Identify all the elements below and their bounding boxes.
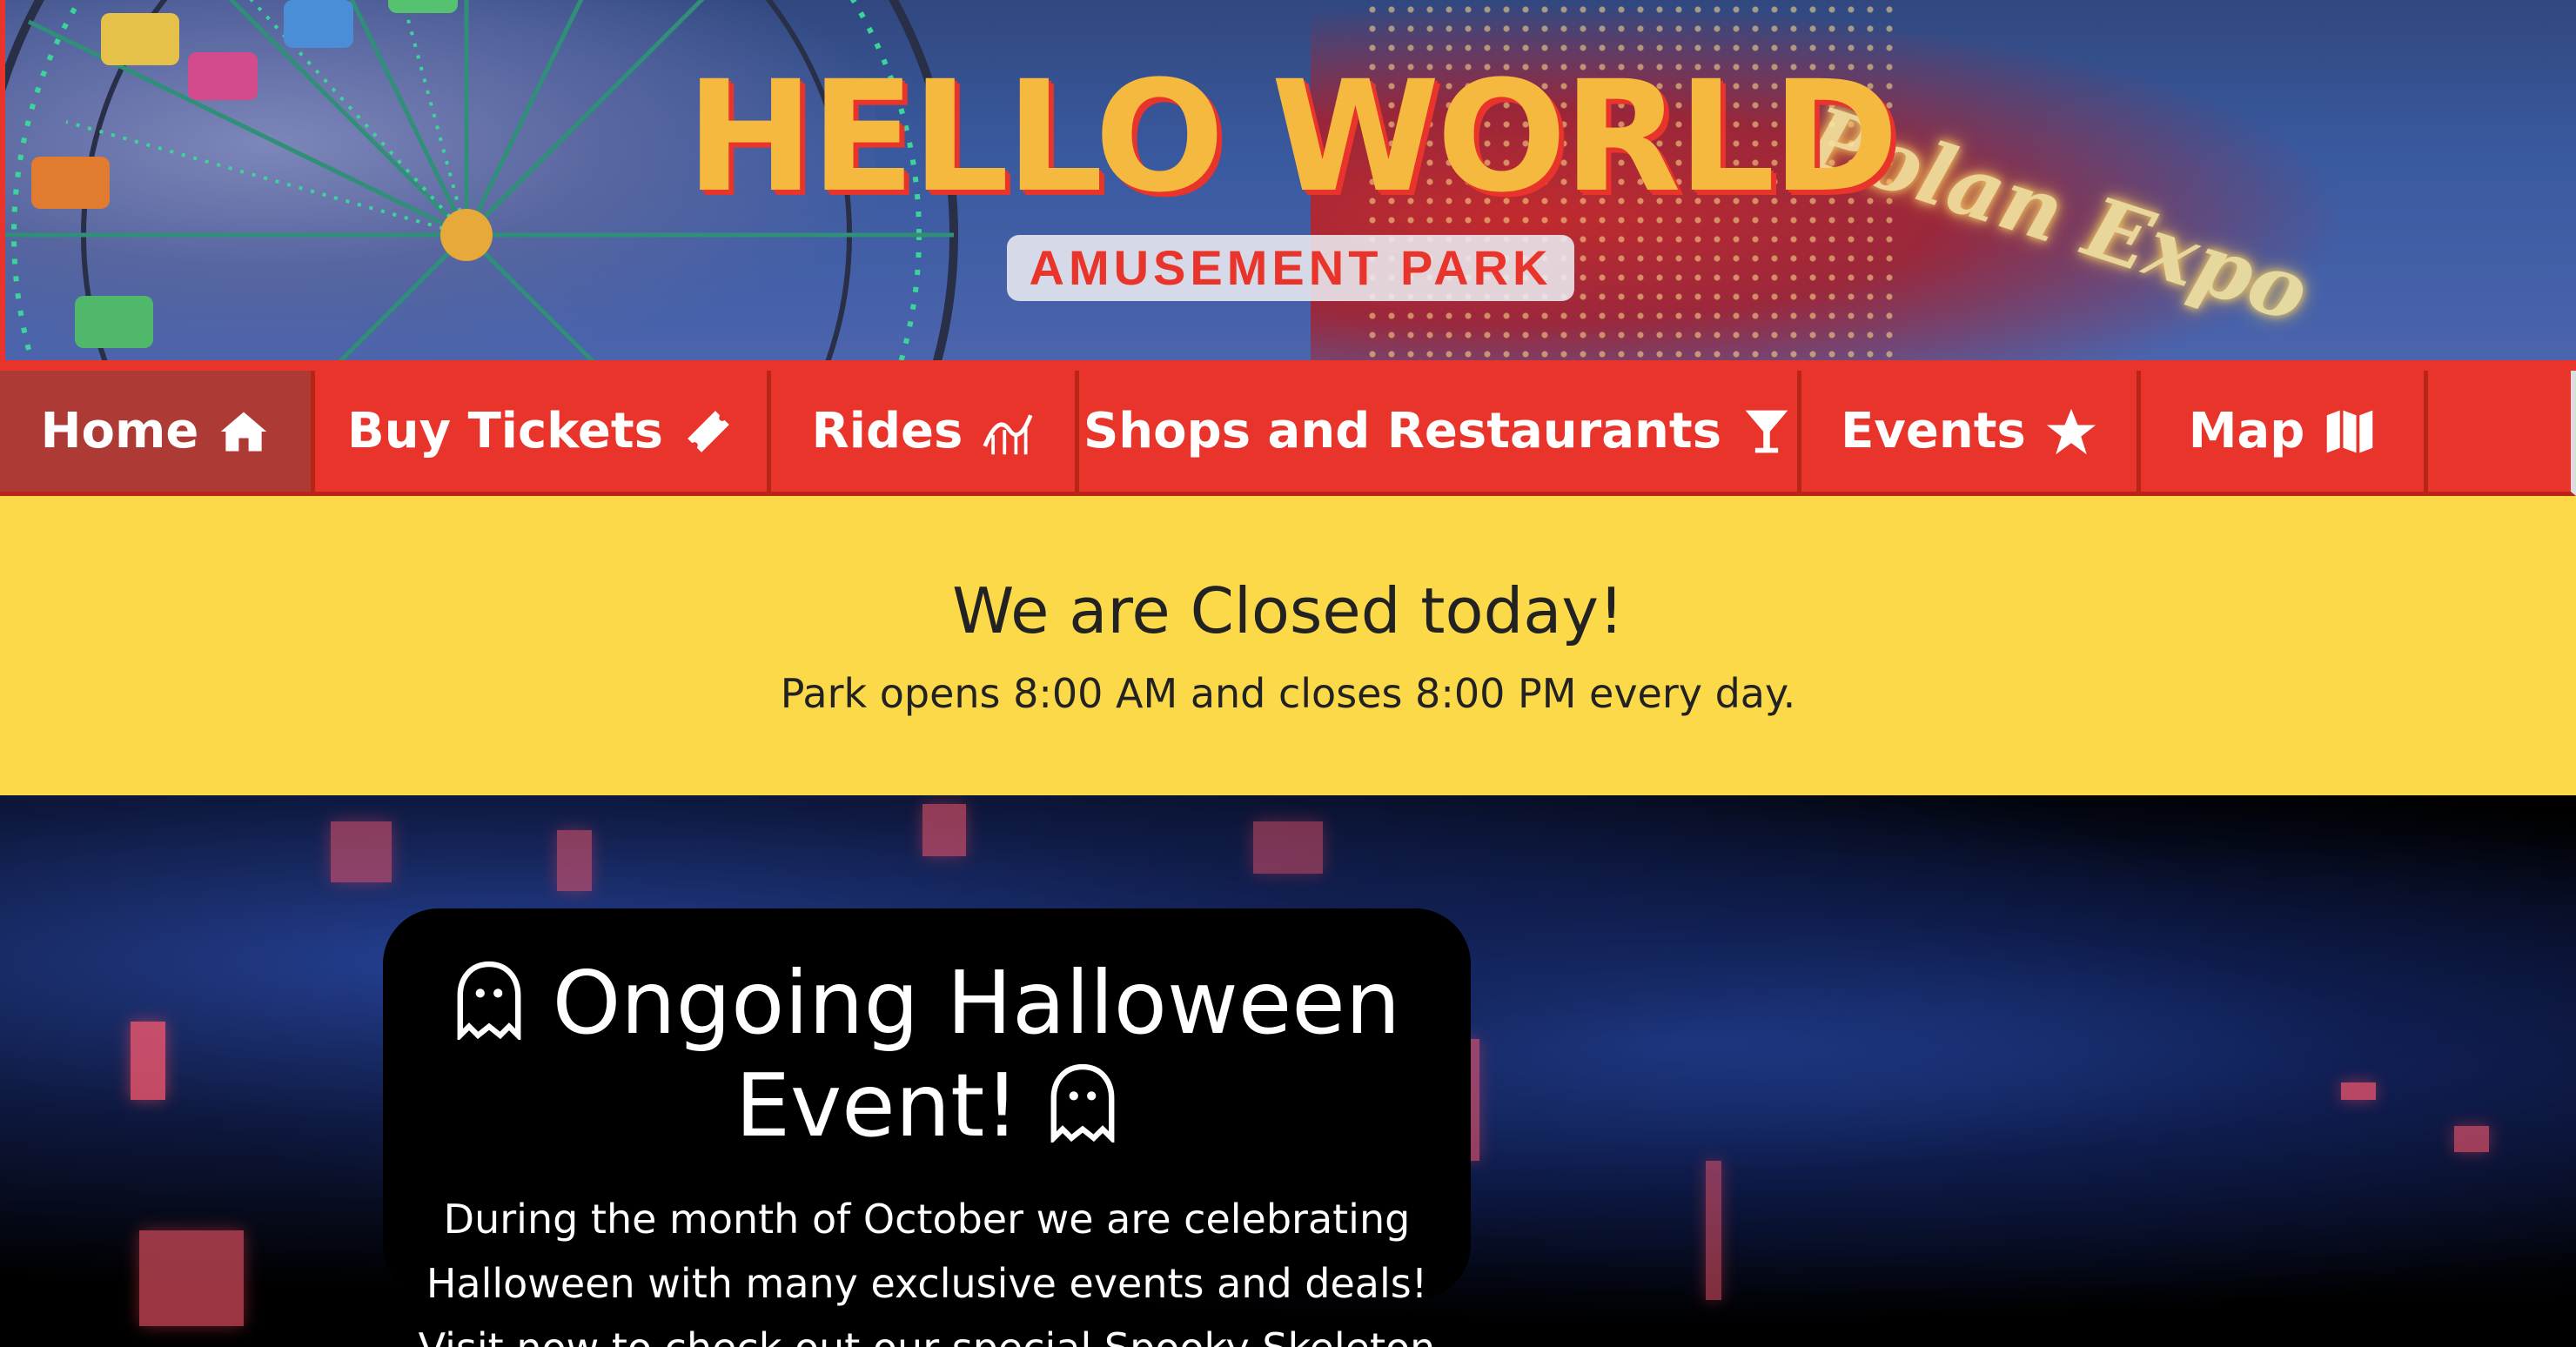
nav-item-buy-tickets-label: Buy Tickets — [347, 403, 663, 459]
nav-item-rides-label: Rides — [811, 403, 963, 459]
ghost-icon — [1050, 1063, 1115, 1143]
cocktail-glass-icon — [1745, 410, 1788, 452]
nav-item-rides[interactable]: Rides — [771, 371, 1079, 496]
event-card-title: Ongoing Halloween Event! — [383, 952, 1471, 1157]
site-logo-subtitle-wrap: AMUSEMENT PARK — [5, 235, 2576, 302]
closed-notice-title: We are Closed today! — [952, 574, 1624, 647]
event-description-line1: During the month of October we are celeb… — [443, 1196, 1411, 1243]
event-title-line2: Event! — [735, 1055, 1020, 1156]
nav-end-cap — [2428, 371, 2576, 496]
site-logo-title: HELLO WORLD — [686, 48, 1899, 226]
nav-item-map[interactable]: Map — [2141, 371, 2428, 496]
site-logo-subtitle: AMUSEMENT PARK — [1006, 235, 1575, 302]
halloween-section: Ongoing Halloween Event! During the mont… — [0, 795, 2576, 1347]
nav-item-map-label: Map — [2188, 403, 2305, 459]
ghost-icon — [457, 961, 521, 1040]
roller-coaster-icon — [983, 413, 1033, 454]
page: Polan Expo HELLO WORLD AMUSEMENT PARK Ho… — [0, 0, 2576, 1347]
home-icon — [221, 412, 267, 451]
closed-notice: We are Closed today! Park opens 8:00 AM … — [0, 496, 2576, 795]
header-banner: Polan Expo HELLO WORLD AMUSEMENT PARK — [0, 0, 2576, 360]
nav-item-shops-restaurants[interactable]: Shops and Restaurants — [1079, 371, 1801, 496]
nav-item-events-label: Events — [1841, 403, 2026, 459]
ticket-icon — [688, 410, 729, 452]
event-title-line1: Ongoing Halloween — [552, 952, 1401, 1054]
event-description-line2: Halloween with many exclusive events and… — [426, 1260, 1428, 1307]
event-description-line3: Visit now to check out our special Spook… — [383, 1316, 1471, 1347]
nav-item-home[interactable]: Home — [0, 371, 315, 496]
main-nav: Home Buy Tickets Rides Shops and Restaur… — [0, 360, 2576, 496]
park-hours-text: Park opens 8:00 AM and closes 8:00 PM ev… — [780, 670, 1796, 717]
nav-item-buy-tickets[interactable]: Buy Tickets — [315, 371, 771, 496]
star-icon — [2046, 408, 2096, 454]
map-icon — [2327, 410, 2373, 452]
event-card-description: During the month of October we are celeb… — [383, 1187, 1471, 1347]
nav-item-shops-restaurants-label: Shops and Restaurants — [1083, 403, 1722, 459]
nav-item-events[interactable]: Events — [1801, 371, 2141, 496]
nav-item-home-label: Home — [40, 403, 199, 459]
